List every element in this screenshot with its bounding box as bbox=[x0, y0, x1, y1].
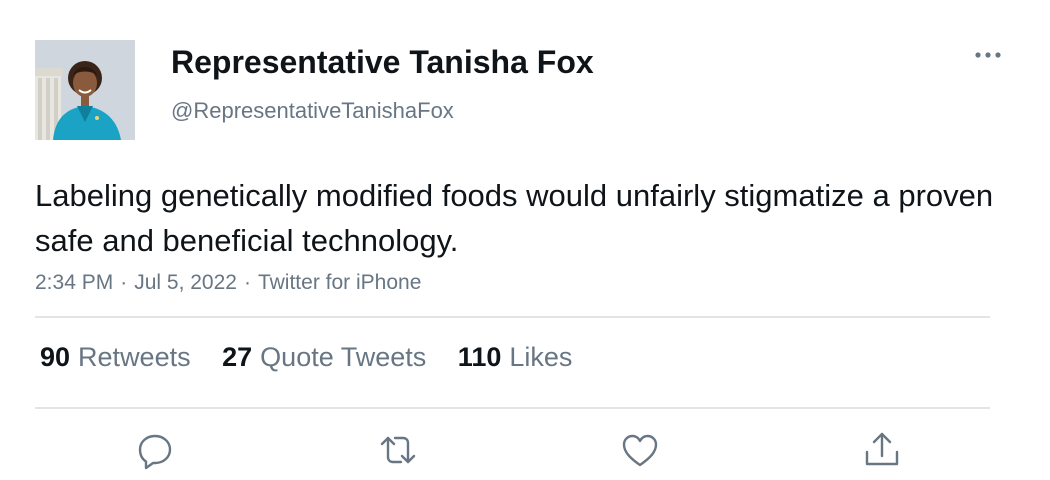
retweets-count: 90 bbox=[40, 342, 71, 372]
retweets-label: Retweets bbox=[78, 342, 191, 372]
more-horizontal-icon bbox=[975, 52, 1001, 58]
divider-top bbox=[35, 316, 990, 318]
reply-icon bbox=[138, 434, 172, 470]
retweets-stat[interactable]: 90 Retweets bbox=[40, 342, 191, 372]
heart-icon bbox=[622, 434, 658, 467]
likes-label: Likes bbox=[509, 342, 573, 372]
tweet-metadata: 2:34 PM · Jul 5, 2022 · Twitter for iPhone bbox=[35, 271, 421, 295]
quote-tweets-count: 27 bbox=[222, 342, 253, 372]
divider-bottom bbox=[35, 407, 990, 409]
tweet-time[interactable]: 2:34 PM bbox=[35, 271, 113, 294]
avatar[interactable] bbox=[35, 40, 135, 140]
engagement-stats: 90 Retweets 27 Quote Tweets 110 Likes bbox=[40, 342, 596, 373]
likes-stat[interactable]: 110 Likes bbox=[458, 342, 573, 372]
retweet-button[interactable] bbox=[378, 430, 418, 470]
author-handle[interactable]: @RepresentativeTanishaFox bbox=[171, 98, 454, 124]
tweet-text: Labeling genetically modified foods woul… bbox=[35, 178, 994, 258]
like-button[interactable] bbox=[620, 430, 660, 470]
tweet-date[interactable]: Jul 5, 2022 bbox=[134, 271, 237, 294]
quote-tweets-label: Quote Tweets bbox=[260, 342, 427, 372]
more-options-button[interactable] bbox=[968, 40, 1008, 70]
quote-tweets-stat[interactable]: 27 Quote Tweets bbox=[222, 342, 426, 372]
retweet-icon bbox=[380, 436, 416, 464]
author-display-name[interactable]: Representative Tanisha Fox bbox=[171, 44, 594, 81]
likes-count: 110 bbox=[457, 342, 502, 372]
share-icon bbox=[865, 432, 899, 466]
meta-separator: · bbox=[120, 271, 128, 294]
reply-button[interactable] bbox=[135, 430, 175, 470]
tweet-source[interactable]: Twitter for iPhone bbox=[258, 271, 421, 294]
meta-separator: · bbox=[243, 271, 251, 294]
avatar-photo bbox=[35, 40, 135, 140]
tweet-card: Representative Tanisha Fox @Representati… bbox=[0, 0, 1050, 480]
share-button[interactable] bbox=[862, 430, 902, 470]
